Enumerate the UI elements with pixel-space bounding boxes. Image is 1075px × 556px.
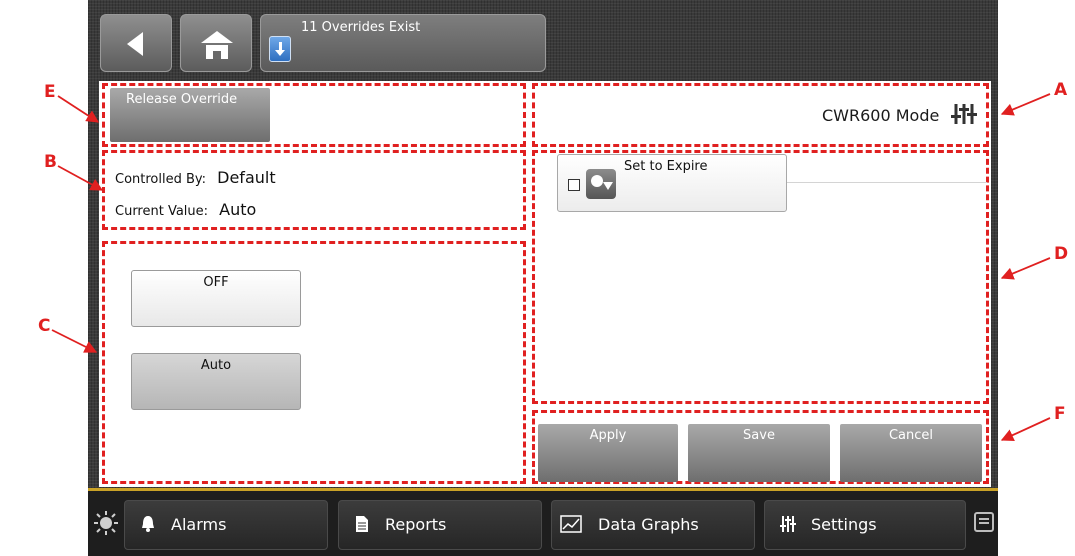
annotation-arrows bbox=[51, 93, 1051, 442]
screenshot-stage: 11 Overrides Exist Release Override CWR6… bbox=[0, 0, 1075, 556]
